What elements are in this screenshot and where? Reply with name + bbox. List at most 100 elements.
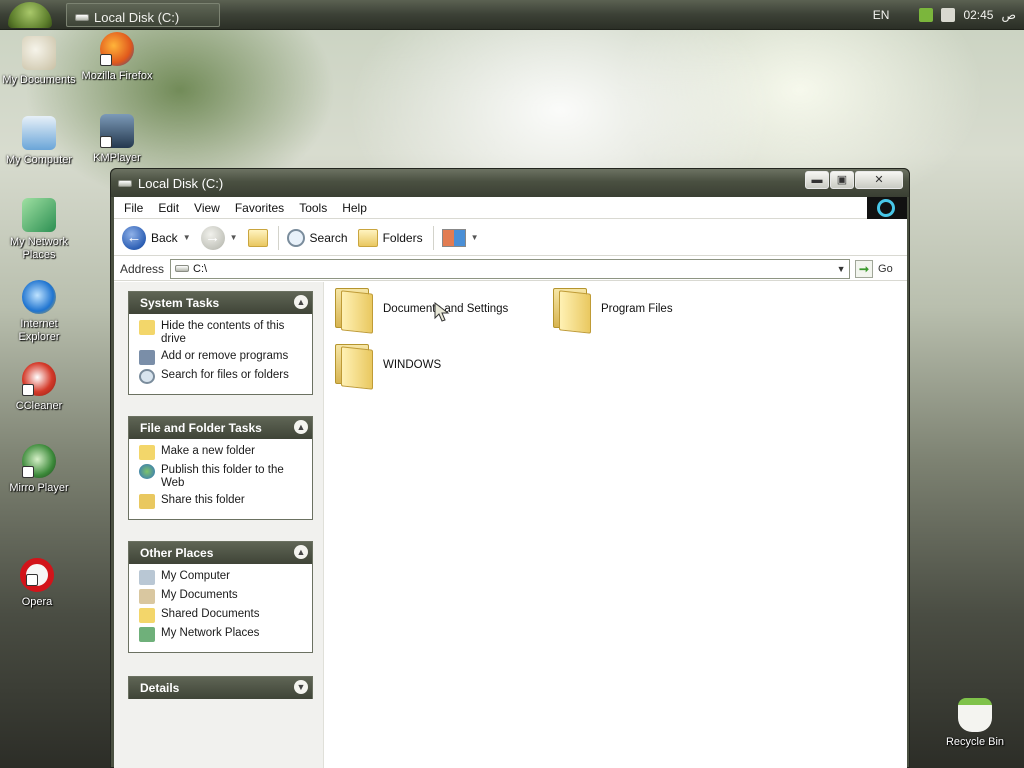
drive-icon (75, 13, 89, 21)
desktop-icon-kmplayer[interactable]: KMPlayer (78, 114, 156, 165)
my-computer-icon (22, 116, 56, 150)
task-label: Search for files or folders (161, 369, 289, 381)
folder-icon (333, 286, 375, 334)
add-remove-programs-icon (139, 350, 155, 365)
network-places-icon (139, 627, 155, 642)
task-label: Add or remove programs (161, 350, 289, 362)
clock[interactable]: 02:45 (963, 8, 993, 22)
minimize-button[interactable]: ▬ (805, 171, 829, 189)
address-dropdown-icon[interactable]: ▼ (835, 262, 847, 276)
forward-button[interactable]: → ▼ (200, 225, 238, 250)
firefox-icon (100, 32, 134, 66)
collapse-chevron-icon[interactable]: ▲ (294, 545, 308, 559)
desktop-icon-label: Recycle Bin (945, 736, 1005, 748)
search-icon (286, 228, 305, 247)
task-publish-web[interactable]: Publish this folder to the Web (139, 464, 308, 490)
place-label: My Documents (161, 589, 238, 601)
volume-tray-icon[interactable] (941, 8, 956, 22)
collapse-chevron-icon[interactable]: ▲ (294, 420, 308, 434)
back-dropdown-icon[interactable]: ▼ (183, 233, 191, 242)
menu-file[interactable]: File (124, 201, 143, 215)
views-button[interactable]: ▼ (441, 228, 479, 247)
up-folder-button[interactable] (247, 228, 268, 247)
desktop-icon-label: Internet Explorer (18, 318, 60, 343)
menu-edit[interactable]: Edit (158, 201, 179, 215)
address-label: Address (120, 261, 165, 276)
menu-tools[interactable]: Tools (299, 201, 327, 215)
system-tray: EN 02:45 ص (873, 0, 1016, 30)
file-folder-tasks-title: File and Folder Tasks (140, 421, 262, 435)
go-button[interactable]: ➞ Go (855, 259, 893, 278)
other-places-header[interactable]: Other Places ▲ (129, 542, 312, 564)
task-label: Publish this folder to the Web (161, 464, 284, 489)
menu-favorites[interactable]: Favorites (235, 201, 284, 215)
place-label: My Computer (161, 570, 231, 582)
forward-arrow-icon: → (200, 225, 225, 250)
task-hide-drive-contents[interactable]: Hide the contents of this drive (139, 320, 308, 346)
menu-bar: File Edit View Favorites Tools Help (114, 197, 907, 219)
search-icon (139, 369, 155, 384)
collapse-chevron-icon[interactable]: ▲ (294, 295, 308, 309)
file-folder-tasks-header[interactable]: File and Folder Tasks ▲ (129, 417, 312, 439)
up-folder-icon (247, 228, 268, 247)
folders-icon (357, 228, 378, 247)
toolbar-separator (432, 225, 434, 250)
folder-icon (333, 342, 375, 390)
place-my-computer[interactable]: My Computer (139, 570, 308, 585)
forward-dropdown-icon[interactable]: ▼ (230, 233, 238, 242)
desktop-icon-label: My Computer (5, 154, 73, 166)
language-indicator[interactable]: EN (873, 8, 890, 22)
expand-chevron-icon[interactable]: ▼ (294, 680, 308, 694)
folder-windows[interactable]: WINDOWS (333, 342, 441, 390)
task-share-folder[interactable]: Share this folder (139, 494, 308, 509)
desktop-icon-network-places[interactable]: My Network Places (0, 198, 78, 262)
folders-button[interactable]: Folders (357, 228, 423, 247)
folder-documents-and-settings[interactable]: Documents and Settings (333, 286, 508, 334)
desktop-icon-firefox[interactable]: Mozilla Firefox (78, 32, 156, 83)
close-button[interactable]: ✕ (855, 171, 903, 189)
go-arrow-icon: ➞ (855, 259, 874, 278)
system-tasks-panel: System Tasks ▲ Hide the contents of this… (128, 291, 313, 395)
internet-explorer-icon (22, 280, 56, 314)
my-documents-icon (139, 589, 155, 604)
system-tasks-title: System Tasks (140, 296, 220, 310)
place-my-network-places[interactable]: My Network Places (139, 627, 308, 642)
desktop-icon-label: Mozilla Firefox (81, 70, 153, 82)
back-button[interactable]: ← Back ▼ (122, 225, 191, 250)
taskbar-window-button[interactable]: Local Disk (C:) (66, 3, 220, 27)
folder-program-files[interactable]: Program Files (551, 286, 673, 334)
toolbar: ← Back ▼ → ▼ Search Folders ▼ (114, 220, 907, 256)
network-tray-icon[interactable] (919, 8, 934, 22)
desktop-icon-mirro-player[interactable]: Mirro Player (0, 444, 78, 495)
desktop-icon-ccleaner[interactable]: CCleaner (0, 362, 78, 413)
window-titlebar[interactable]: Local Disk (C:) ▬ ▣ ✕ (111, 169, 909, 197)
other-places-panel: Other Places ▲ My Computer My Documents … (128, 541, 313, 653)
system-tasks-header[interactable]: System Tasks ▲ (129, 292, 312, 314)
desktop-icon-recycle-bin[interactable]: Recycle Bin (936, 698, 1014, 749)
desktop-icon-internet-explorer[interactable]: Internet Explorer (0, 280, 78, 344)
task-label: Share this folder (161, 494, 245, 506)
desktop-icon-opera[interactable]: Opera (0, 558, 76, 609)
folder-icon (551, 286, 593, 334)
task-label: Make a new folder (161, 445, 255, 457)
window-client: File Edit View Favorites Tools Help ← Ba… (114, 197, 907, 768)
taskbar-window-label: Local Disk (C:) (94, 9, 180, 25)
place-my-documents[interactable]: My Documents (139, 589, 308, 604)
taskbar: Local Disk (C:) EN 02:45 ص (0, 0, 1024, 30)
menu-view[interactable]: View (194, 201, 220, 215)
views-dropdown-icon: ▼ (470, 233, 479, 242)
details-header[interactable]: Details ▼ (129, 677, 312, 699)
desktop-icon-label: Mirro Player (9, 482, 69, 494)
menu-help[interactable]: Help (342, 201, 367, 215)
task-search-files[interactable]: Search for files or folders (139, 369, 308, 384)
desktop-icon-my-computer[interactable]: My Computer (0, 116, 78, 167)
address-input[interactable]: C:\ ▼ (170, 258, 851, 279)
start-button[interactable] (8, 2, 52, 28)
desktop-icon-my-documents[interactable]: My Documents (0, 36, 78, 87)
place-shared-documents[interactable]: Shared Documents (139, 608, 308, 623)
maximize-button[interactable]: ▣ (830, 171, 854, 189)
search-button[interactable]: Search (286, 228, 348, 247)
task-new-folder[interactable]: Make a new folder (139, 445, 308, 460)
shared-documents-icon (139, 608, 155, 623)
task-add-remove-programs[interactable]: Add or remove programs (139, 350, 308, 365)
